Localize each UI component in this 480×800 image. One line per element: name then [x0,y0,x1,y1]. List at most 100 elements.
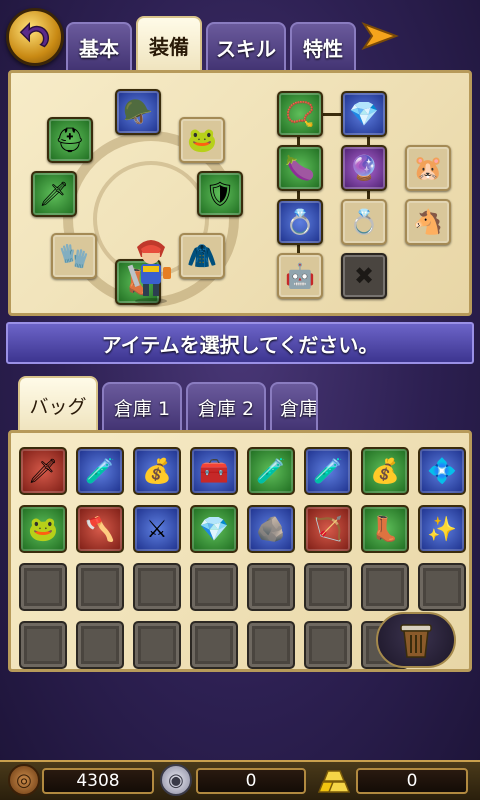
equip-slot-accessory[interactable]: 🐸 [179,117,225,163]
inventory-empty-slot[interactable] [247,563,295,611]
inventory-empty-slot[interactable] [247,621,295,669]
gold-coin-icon: ◎ [8,764,40,796]
ring-icon: 💍 [285,208,315,236]
helmet-icon: 🪖 [123,98,153,126]
tab-equipment[interactable]: 装備 [136,16,202,72]
gold-amount: 4308 [42,768,154,794]
frog-icon: 🐸 [187,126,217,154]
crystal-icon: 💠 [427,457,457,485]
next-tab-arrow-icon[interactable] [360,20,400,52]
inventory-item-bow[interactable]: 🏹 [304,505,352,553]
tab-storage-1[interactable]: 倉庫 1 [102,382,182,430]
inventory-item-treasure-chest[interactable]: 🧰 [190,447,238,495]
inventory-item-sword[interactable]: 🗡 [19,447,67,495]
inventory-empty-slot[interactable] [304,563,352,611]
inventory-item-red-potion[interactable]: 🧪 [76,447,124,495]
horse-icon: 🐴 [413,208,443,236]
inventory-item-red-potion[interactable]: 🧪 [304,447,352,495]
inventory-empty-slot[interactable] [133,621,181,669]
gloves-icon: 🧤 [59,242,89,270]
inventory-empty-slot[interactable] [190,621,238,669]
trash-can-icon [400,624,432,658]
equip-slot-pendant[interactable]: 💎 [341,91,387,137]
equip-slot-mount[interactable]: 🐴 [405,199,451,245]
equip-slot-bracelet[interactable]: 🔮 [341,145,387,191]
back-button[interactable] [6,8,64,66]
equip-slot-weapon[interactable]: 🗡 [31,171,77,217]
inventory-item-ore[interactable]: 🪨 [247,505,295,553]
gems-amount: 0 [356,768,468,794]
robot-icon: 🤖 [285,262,315,290]
pet-icon: 🐹 [413,154,443,182]
inventory-empty-slot[interactable] [19,563,67,611]
inventory-item-crossed-swords[interactable]: ⚔ [133,505,181,553]
inventory-empty-slot[interactable] [76,563,124,611]
equip-slot-robot[interactable]: 🤖 [277,253,323,299]
inventory-item-frog[interactable]: 🐸 [19,505,67,553]
inventory-item-money-bag[interactable]: 💰 [133,447,181,495]
equip-slot-helmet[interactable]: 🪖 [115,89,161,135]
silver-coin-icon: ◉ [160,764,192,796]
locked-x-icon: ✖ [353,262,375,290]
tab-skill[interactable]: スキル [206,22,286,70]
equip-slot-head[interactable]: ⛑ [47,117,93,163]
axe-icon: 🪓 [85,515,115,543]
money-bag-icon: 💰 [370,457,400,485]
gold-bars-icon [314,764,352,796]
equip-slot-gloves[interactable]: 🧤 [51,233,97,279]
equip-slot-charm[interactable]: 🍆 [277,145,323,191]
instruction-message: アイテムを選択してください。 [6,322,474,364]
equip-slot-ring-2[interactable]: 💍 [341,199,387,245]
ring-icon: 💍 [349,208,379,236]
hat-icon: ⛑ [54,126,86,154]
inventory-item-diamond[interactable]: 💎 [190,505,238,553]
equip-slot-shield[interactable]: 🛡 [197,171,243,217]
inventory-item-crystal[interactable]: 💠 [418,447,466,495]
sword-icon: 🗡 [27,457,59,485]
inventory-empty-slot[interactable] [304,621,352,669]
discard-button[interactable] [376,612,456,668]
inventory-item-axe[interactable]: 🪓 [76,505,124,553]
tab-basic[interactable]: 基本 [66,22,132,70]
inventory-empty-slot[interactable] [76,621,124,669]
inventory-empty-slot[interactable] [418,563,466,611]
silver-amount: 0 [196,768,306,794]
inventory-empty-slot[interactable] [190,563,238,611]
equip-slot-necklace[interactable]: 📿 [277,91,323,137]
treasure-chest-icon: 🧰 [199,457,229,485]
inventory-item-gold-ore[interactable]: ✨ [418,505,466,553]
equip-slot-armor[interactable]: 🧥 [179,233,225,279]
tab-bag[interactable]: バッグ [18,376,98,432]
inventory-item-boots[interactable]: 👢 [361,505,409,553]
pendant-icon: 💎 [349,100,379,128]
equip-slot-locked[interactable]: ✖ [341,253,387,299]
necklace-icon: 📿 [285,100,315,128]
shield-icon: 🛡 [204,180,236,208]
red-potion-icon: 🧪 [313,457,343,485]
armor-icon: 🧥 [187,242,217,270]
diamond-icon: 💎 [199,515,229,543]
sword-icon: 🗡 [38,180,70,208]
inventory-item-money-bag[interactable]: 💰 [361,447,409,495]
hero-character-sprite [127,240,171,304]
equipment-panel: 🪖 ⛑ 🐸 🗡 🛡 🧤 🧥 👢 📿 💎 🍆 🔮 🐹 💍 💍 🐴 🤖 ✖ [8,70,472,316]
inventory-item-red-potion[interactable]: 🧪 [247,447,295,495]
crossed-swords-icon: ⚔ [146,515,168,543]
tab-traits[interactable]: 特性 [290,22,356,70]
inventory-empty-slot[interactable] [133,563,181,611]
frog-icon: 🐸 [28,515,58,543]
boots-icon: 👢 [370,515,400,543]
bracelet-icon: 🔮 [349,154,379,182]
inventory-empty-slot[interactable] [19,621,67,669]
tab-storage-2[interactable]: 倉庫 2 [186,382,266,430]
red-potion-icon: 🧪 [256,457,286,485]
inventory-empty-slot[interactable] [361,563,409,611]
charm-icon: 🍆 [285,154,315,182]
equip-slot-pet[interactable]: 🐹 [405,145,451,191]
equip-slot-ring[interactable]: 💍 [277,199,323,245]
red-potion-icon: 🧪 [85,457,115,485]
bow-icon: 🏹 [313,515,343,543]
tab-storage-3[interactable]: 倉庫 [270,382,318,430]
gold-ore-icon: ✨ [427,515,457,543]
back-arrow-icon [19,21,49,48]
